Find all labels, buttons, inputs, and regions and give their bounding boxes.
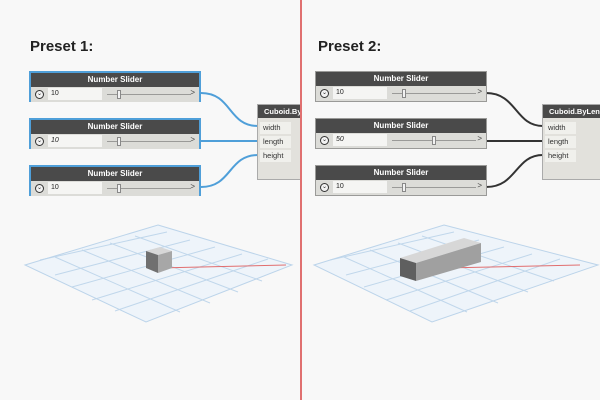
preset-2-3d-viewport[interactable] [302,0,600,400]
preset-1-3d-viewport[interactable] [0,0,300,400]
ground-grid [23,224,294,323]
preset-2-panel: Preset 2: Number Slider ⌄ 10 > Number Sl… [302,0,600,400]
preset-1-panel: Preset 1: Number Slider ⌄ 10 > Number Sl… [0,0,300,400]
